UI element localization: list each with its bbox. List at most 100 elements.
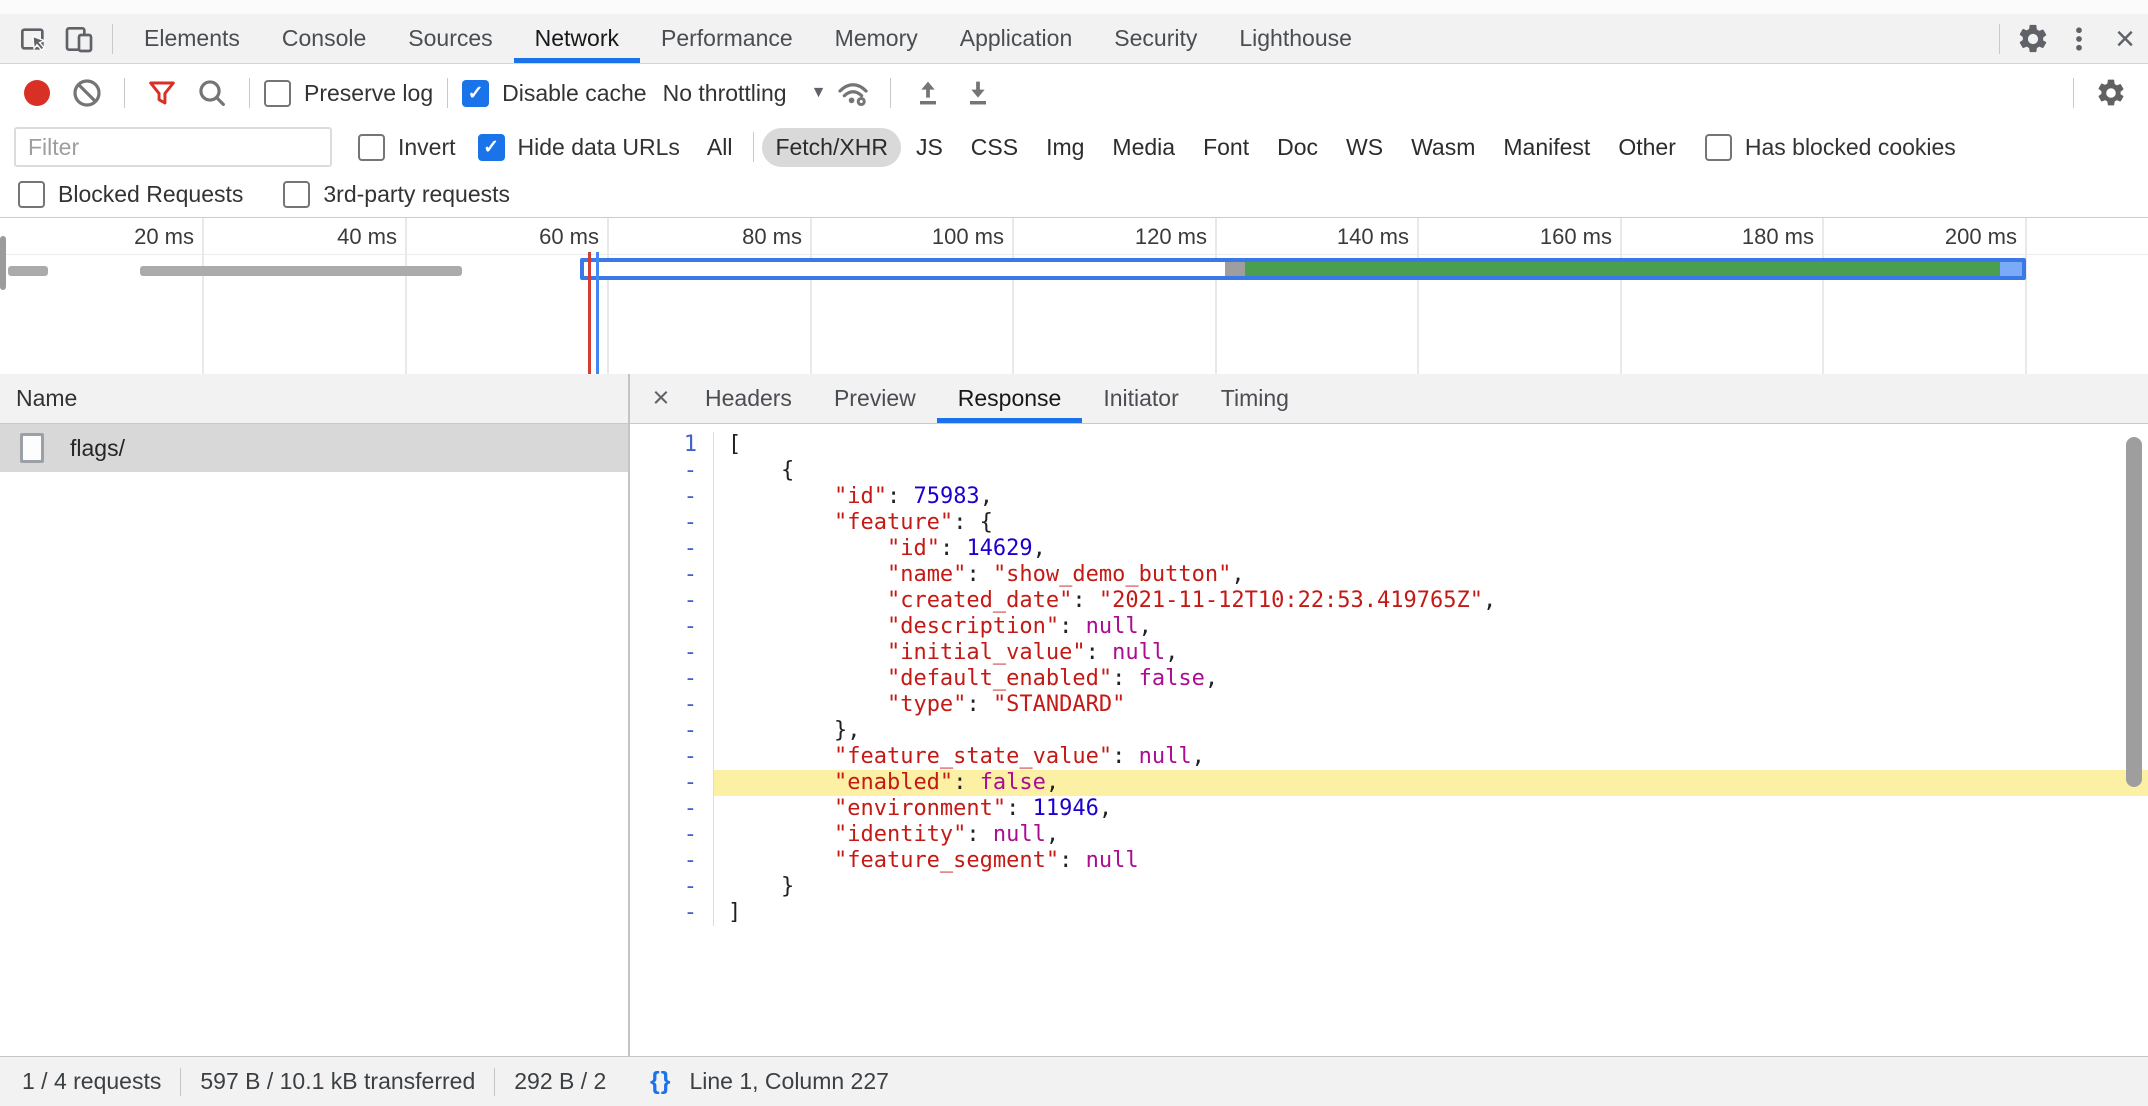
third-party-requests-checkbox[interactable]: ✓ (283, 181, 310, 208)
tab-performance[interactable]: Performance (640, 14, 814, 63)
filter-type-doc[interactable]: Doc (1264, 128, 1331, 167)
code-line: - "initial_value": null, (630, 640, 2148, 666)
line-gutter: - (630, 458, 714, 484)
tab-memory[interactable]: Memory (814, 14, 939, 63)
format-braces-icon[interactable]: {} (650, 1067, 671, 1096)
requests-table-panel: Name flags/ (0, 374, 630, 1056)
divider (124, 78, 125, 108)
line-gutter: - (630, 796, 714, 822)
network-toolbar: ✓ Preserve log ✓ Disable cache No thrott… (0, 64, 2148, 122)
detail-tab-response[interactable]: Response (937, 374, 1083, 423)
code-text: [ (714, 432, 2148, 458)
filter-type-all[interactable]: All (694, 128, 746, 167)
filter-type-js[interactable]: JS (903, 128, 956, 167)
cursor-position-label: Line 1, Column 227 (689, 1068, 888, 1095)
invert-group: ✓ Invert (358, 134, 456, 161)
divider (249, 78, 250, 108)
network-conditions-icon[interactable] (830, 70, 876, 116)
filter-funnel-icon[interactable] (139, 70, 185, 116)
close-devtools-icon[interactable]: × (2102, 16, 2148, 62)
response-code-viewer[interactable]: 1[- {- "id": 75983,- "feature": {- "id":… (630, 424, 2148, 1056)
line-gutter: - (630, 874, 714, 900)
filter-type-font[interactable]: Font (1190, 128, 1262, 167)
requests-name-column-header[interactable]: Name (0, 374, 628, 424)
disable-cache-checkbox[interactable]: ✓ (462, 80, 489, 107)
line-gutter: - (630, 744, 714, 770)
request-bar-other (8, 266, 48, 276)
name-header-label: Name (16, 385, 77, 412)
inspect-element-icon[interactable] (10, 16, 56, 62)
code-text: "identity": null, (714, 822, 2148, 848)
tab-application[interactable]: Application (939, 14, 1094, 63)
tab-console[interactable]: Console (261, 14, 387, 63)
status-bar: 1 / 4 requests 597 B / 10.1 kB transferr… (0, 1056, 2148, 1106)
tab-sources[interactable]: Sources (387, 14, 513, 63)
has-blocked-cookies-checkbox[interactable]: ✓ (1705, 134, 1732, 161)
blocked-requests-checkbox[interactable]: ✓ (18, 181, 45, 208)
code-text: "feature": { (714, 510, 2148, 536)
import-har-icon[interactable] (905, 70, 951, 116)
device-toolbar-icon[interactable] (56, 16, 102, 62)
network-main-area: Name flags/ × Headers Preview Response I… (0, 374, 2148, 1056)
preserve-log-label: Preserve log (304, 80, 433, 107)
code-line: - "feature_state_value": null, (630, 744, 2148, 770)
filter-type-manifest[interactable]: Manifest (1490, 128, 1603, 167)
code-text: "type": "STANDARD" (714, 692, 2148, 718)
more-options-icon[interactable] (2056, 16, 2102, 62)
hide-data-urls-group: ✓ Hide data URLs (478, 134, 680, 161)
network-summary-bar: 1 / 4 requests 597 B / 10.1 kB transferr… (0, 1057, 630, 1106)
request-details-panel: × Headers Preview Response Initiator Tim… (630, 374, 2148, 1056)
divider (2073, 78, 2074, 108)
tab-network[interactable]: Network (514, 14, 640, 63)
tab-elements[interactable]: Elements (123, 14, 261, 63)
code-line-highlighted: - "enabled": false, (630, 770, 2148, 796)
line-gutter: - (630, 848, 714, 874)
filter-type-ws[interactable]: WS (1333, 128, 1396, 167)
network-overview-timeline[interactable]: 20 ms40 ms60 ms80 ms100 ms120 ms140 ms16… (0, 218, 2148, 375)
filter-type-css[interactable]: CSS (958, 128, 1031, 167)
domcontentloaded-event-line (588, 252, 591, 374)
third-party-requests-label: 3rd-party requests (323, 181, 510, 208)
hide-data-urls-checkbox[interactable]: ✓ (478, 134, 505, 161)
filter-type-other[interactable]: Other (1605, 128, 1689, 167)
tab-lighthouse[interactable]: Lighthouse (1218, 14, 1373, 63)
filter-type-fetch-xhr[interactable]: Fetch/XHR (762, 128, 900, 167)
filter-type-img[interactable]: Img (1033, 128, 1097, 167)
detail-tab-initiator[interactable]: Initiator (1082, 374, 1199, 423)
divider (447, 78, 448, 108)
network-settings-gear-icon[interactable] (2088, 70, 2134, 116)
file-icon (20, 433, 44, 463)
code-text: "default_enabled": false, (714, 666, 2148, 692)
filter-type-media[interactable]: Media (1099, 128, 1188, 167)
window-top-strip (0, 0, 2148, 14)
clear-network-log-icon[interactable] (64, 70, 110, 116)
request-row-flags[interactable]: flags/ (0, 424, 628, 472)
tab-security[interactable]: Security (1093, 14, 1218, 63)
invert-checkbox[interactable]: ✓ (358, 134, 385, 161)
disable-cache-group: ✓ Disable cache (462, 80, 646, 107)
timeline-tick-label: 180 ms (1614, 223, 1814, 251)
code-text: "enabled": false, (714, 770, 2148, 796)
throttling-dropdown[interactable]: No throttling ▼ (663, 80, 827, 107)
code-text: "feature_state_value": null, (714, 744, 2148, 770)
detail-tab-headers[interactable]: Headers (684, 374, 813, 423)
chevron-down-icon: ▼ (811, 84, 827, 102)
code-line: - "created_date": "2021-11-12T10:22:53.4… (630, 588, 2148, 614)
preserve-log-checkbox[interactable]: ✓ (264, 80, 291, 107)
request-bar-segment (1225, 262, 1245, 276)
code-text: ] (714, 900, 2148, 926)
code-line: - "feature": { (630, 510, 2148, 536)
timeline-tick-label: 100 ms (804, 223, 1004, 251)
detail-tab-preview[interactable]: Preview (813, 374, 937, 423)
scrollbar-thumb[interactable] (2126, 437, 2142, 787)
filter-input[interactable] (14, 127, 332, 167)
close-details-icon[interactable]: × (638, 382, 684, 415)
detail-tab-timing[interactable]: Timing (1200, 374, 1310, 423)
export-har-icon[interactable] (955, 70, 1001, 116)
record-network-log-icon[interactable] (14, 70, 60, 116)
search-icon[interactable] (189, 70, 235, 116)
filter-type-wasm[interactable]: Wasm (1398, 128, 1488, 167)
code-line: - }, (630, 718, 2148, 744)
settings-gear-icon[interactable] (2010, 16, 2056, 62)
overview-drag-handle[interactable] (0, 236, 6, 290)
